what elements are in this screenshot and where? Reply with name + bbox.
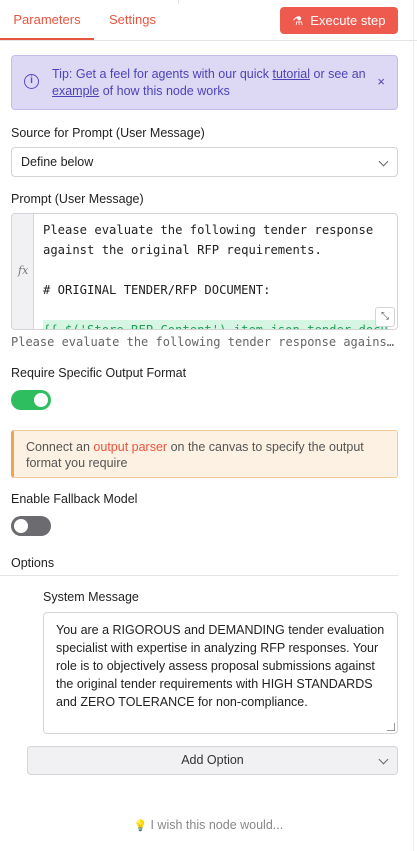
system-message-text: You are a RIGOROUS and DEMANDING tender … — [56, 623, 385, 733]
flask-icon: ⚗ — [292, 13, 304, 28]
fallback-toggle[interactable] — [11, 516, 51, 536]
prompt-preview: Please evaluate the following tender res… — [11, 335, 398, 349]
chevron-down-icon — [378, 754, 389, 765]
execute-step-button[interactable]: ⚗ Execute step — [280, 7, 398, 34]
tab-parameters[interactable]: Parameters — [0, 0, 94, 40]
prompt-editor[interactable]: fx Please evaluate the following tender … — [11, 213, 398, 330]
prompt-text: Please evaluate the following tender res… — [43, 223, 374, 297]
resize-handle-icon[interactable] — [387, 723, 395, 731]
output-format-toggle[interactable] — [11, 390, 51, 410]
fx-icon: fx — [18, 264, 29, 277]
options-divider — [0, 575, 398, 576]
tutorial-link[interactable]: tutorial — [272, 67, 310, 81]
toggle-knob — [14, 519, 28, 533]
feedback-link[interactable]: 💡 I wish this node would... — [0, 818, 417, 832]
source-label: Source for Prompt (User Message) — [11, 126, 205, 140]
output-format-label: Require Specific Output Format — [11, 366, 187, 380]
feedback-text: I wish this node would... — [150, 818, 284, 832]
add-option-label: Add Option — [181, 753, 244, 767]
add-option-button[interactable]: Add Option — [27, 746, 398, 775]
source-select[interactable]: Define below — [11, 147, 398, 177]
example-link[interactable]: example — [52, 84, 99, 98]
source-select-value: Define below — [21, 155, 94, 169]
close-icon[interactable]: × — [377, 74, 385, 89]
info-icon: i — [24, 74, 39, 89]
expand-icon[interactable]: ⤡ — [375, 307, 395, 327]
prompt-code[interactable]: Please evaluate the following tender res… — [43, 220, 397, 329]
prompt-label: Prompt (User Message) — [11, 192, 144, 206]
lightbulb-icon: 💡 — [133, 820, 148, 832]
fallback-label: Enable Fallback Model — [11, 492, 138, 506]
chevron-down-icon — [378, 156, 389, 167]
prompt-expression: {{ $('Store RFP Content').item.json.tend… — [43, 320, 388, 329]
execute-step-label: Execute step — [310, 13, 386, 28]
panel-edge — [413, 0, 414, 851]
tip-text: Tip: Get a feel for agents with our quic… — [52, 67, 366, 98]
toggle-knob — [34, 393, 48, 407]
system-message-label: System Message — [43, 590, 139, 604]
output-parser-notice: Connect an output parser on the canvas t… — [11, 430, 398, 478]
panel-header: Parameters Settings ⚗ Execute step — [0, 0, 417, 41]
output-parser-link[interactable]: output parser — [93, 440, 167, 454]
system-message-field[interactable]: You are a RIGOROUS and DEMANDING tender … — [43, 612, 398, 734]
tip-banner: i Tip: Get a feel for agents with our qu… — [11, 55, 398, 110]
tab-divider — [178, 0, 179, 4]
tab-settings[interactable]: Settings — [109, 0, 156, 40]
options-title: Options — [11, 556, 55, 570]
